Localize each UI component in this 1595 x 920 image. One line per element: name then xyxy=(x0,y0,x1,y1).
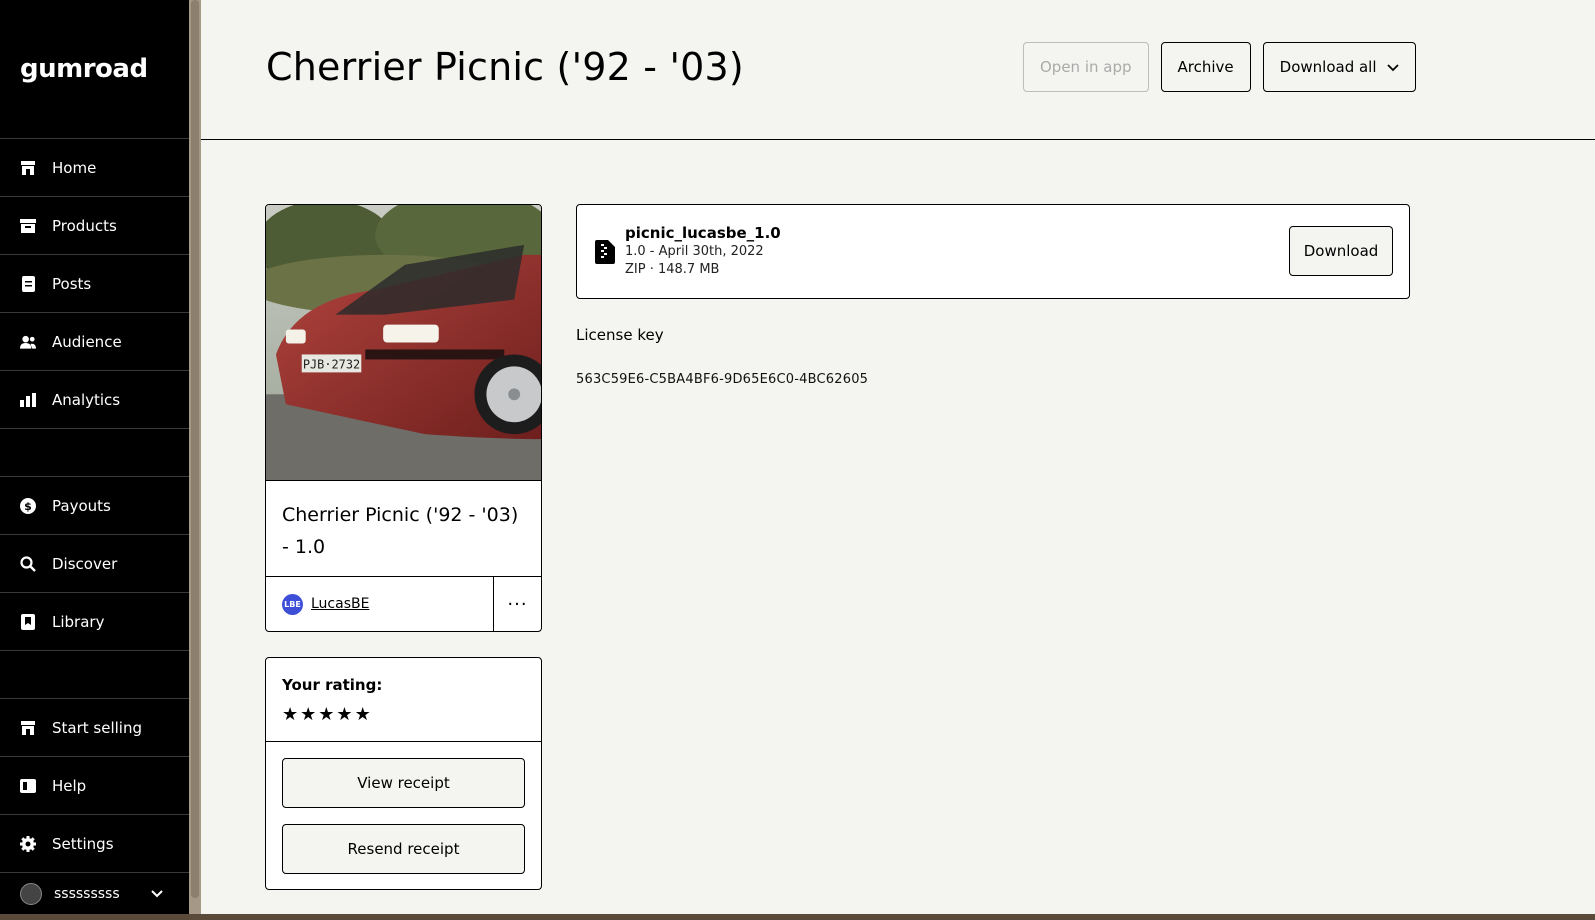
star-icon[interactable]: ★ xyxy=(355,704,371,725)
svg-text:PJB·2732: PJB·2732 xyxy=(303,357,360,371)
license-key-value: 563C59E6-C5BA4BF6-9D65E6C0-4BC62605 xyxy=(576,372,869,387)
store-icon xyxy=(20,720,36,736)
sidebar-item-label: Help xyxy=(52,776,87,795)
sidebar-item-label: Library xyxy=(52,612,105,631)
star-icon[interactable]: ★ xyxy=(282,704,298,725)
rating-section: Your rating: ★ ★ ★ ★ ★ xyxy=(266,658,541,742)
book-icon xyxy=(20,778,36,794)
star-icon[interactable]: ★ xyxy=(318,704,334,725)
sidebar-item-payouts[interactable]: $ Payouts xyxy=(0,477,189,535)
sidebar-item-label: Settings xyxy=(52,834,114,853)
resend-receipt-button[interactable]: Resend receipt xyxy=(282,824,525,874)
sidebar-item-label: Products xyxy=(52,216,117,235)
file-info: picnic_lucasbe_1.0 1.0 - April 30th, 202… xyxy=(625,224,781,279)
sidebar-item-label: Audience xyxy=(52,332,122,351)
bar-chart-icon xyxy=(20,392,36,408)
search-icon xyxy=(20,555,36,572)
sidebar-item-posts[interactable]: Posts xyxy=(0,255,189,313)
rating-card: Your rating: ★ ★ ★ ★ ★ View receipt Rese… xyxy=(265,657,542,890)
page-title: Cherrier Picnic ('92 - '03) xyxy=(266,45,744,89)
sidebar-item-label: Posts xyxy=(52,274,92,293)
sidebar-scrollbar[interactable] xyxy=(189,0,201,920)
avatar xyxy=(20,883,42,905)
star-rating[interactable]: ★ ★ ★ ★ ★ xyxy=(282,704,525,725)
sidebar-item-settings[interactable]: Settings xyxy=(0,815,189,873)
rating-label: Your rating: xyxy=(282,676,383,694)
star-icon[interactable]: ★ xyxy=(300,704,316,725)
download-all-button[interactable]: Download all xyxy=(1262,42,1416,92)
product-thumbnail: PJB·2732 xyxy=(266,205,541,481)
download-all-label: Download all xyxy=(1279,58,1377,76)
sidebar-item-analytics[interactable]: Analytics xyxy=(0,371,189,429)
chevron-down-icon xyxy=(1386,58,1399,76)
header-actions: Open in app Archive Download all xyxy=(1023,42,1416,92)
creator: LBE LucasBE xyxy=(266,577,494,631)
download-button[interactable]: Download xyxy=(1289,226,1393,276)
sidebar-item-help[interactable]: Help xyxy=(0,757,189,815)
creator-avatar: LBE xyxy=(282,593,303,615)
file-name: picnic_lucasbe_1.0 xyxy=(625,224,781,242)
file-size: ZIP · 148.7 MB xyxy=(625,262,720,277)
sidebar-item-home[interactable]: Home xyxy=(0,139,189,197)
scrollbar-thumb[interactable] xyxy=(191,0,199,898)
product-title: Cherrier Picnic ('92 - '03) - 1.0 xyxy=(266,481,541,577)
product-card: PJB·2732 Cherrier Picnic ('92 - '03) - 1… xyxy=(265,204,542,632)
dollar-icon: $ xyxy=(20,497,36,514)
user-name: sssssssss xyxy=(54,886,120,902)
open-in-app-button[interactable]: Open in app xyxy=(1023,42,1149,92)
sidebar-item-label: Analytics xyxy=(52,390,121,409)
sidebar-spacer xyxy=(0,429,189,477)
view-receipt-button[interactable]: View receipt xyxy=(282,758,525,808)
license-key-label: License key xyxy=(576,326,664,344)
svg-text:$: $ xyxy=(24,500,32,513)
more-options-button[interactable]: ··· xyxy=(494,577,541,631)
creator-link[interactable]: LucasBE xyxy=(311,596,369,612)
sidebar: gumroad Home Products Posts Audience Ana… xyxy=(0,0,189,920)
sidebar-spacer xyxy=(0,651,189,699)
gear-icon xyxy=(20,835,36,852)
bookmark-icon xyxy=(20,613,36,630)
main-content: Cherrier Picnic ('92 - '03) Open in app … xyxy=(201,0,1595,920)
sidebar-item-products[interactable]: Products xyxy=(0,197,189,255)
archive-button[interactable]: Archive xyxy=(1160,42,1251,92)
archive-icon xyxy=(20,218,36,234)
sidebar-item-label: Home xyxy=(52,158,97,177)
file-item: picnic_lucasbe_1.0 1.0 - April 30th, 202… xyxy=(576,204,1410,299)
zip-file-icon xyxy=(595,239,615,264)
star-icon[interactable]: ★ xyxy=(336,704,352,725)
sidebar-item-label: Payouts xyxy=(52,496,111,515)
store-icon xyxy=(20,160,36,176)
product-card-footer: LBE LucasBE ··· xyxy=(266,577,541,631)
sidebar-item-library[interactable]: Library xyxy=(0,593,189,651)
people-icon xyxy=(20,334,36,350)
page-header: Cherrier Picnic ('92 - '03) Open in app … xyxy=(201,0,1595,140)
sidebar-item-discover[interactable]: Discover xyxy=(0,535,189,593)
file-version: 1.0 - April 30th, 2022 xyxy=(625,244,764,259)
sidebar-item-label: Discover xyxy=(52,554,118,573)
taskbar-edge xyxy=(0,914,1595,920)
sidebar-item-label: Start selling xyxy=(52,718,142,737)
user-menu[interactable]: sssssssss xyxy=(0,873,189,915)
chevron-down-icon xyxy=(151,886,163,902)
sidebar-item-audience[interactable]: Audience xyxy=(0,313,189,371)
document-icon xyxy=(20,275,36,292)
gumroad-logo[interactable]: gumroad xyxy=(0,0,189,139)
sidebar-item-start-selling[interactable]: Start selling xyxy=(0,699,189,757)
